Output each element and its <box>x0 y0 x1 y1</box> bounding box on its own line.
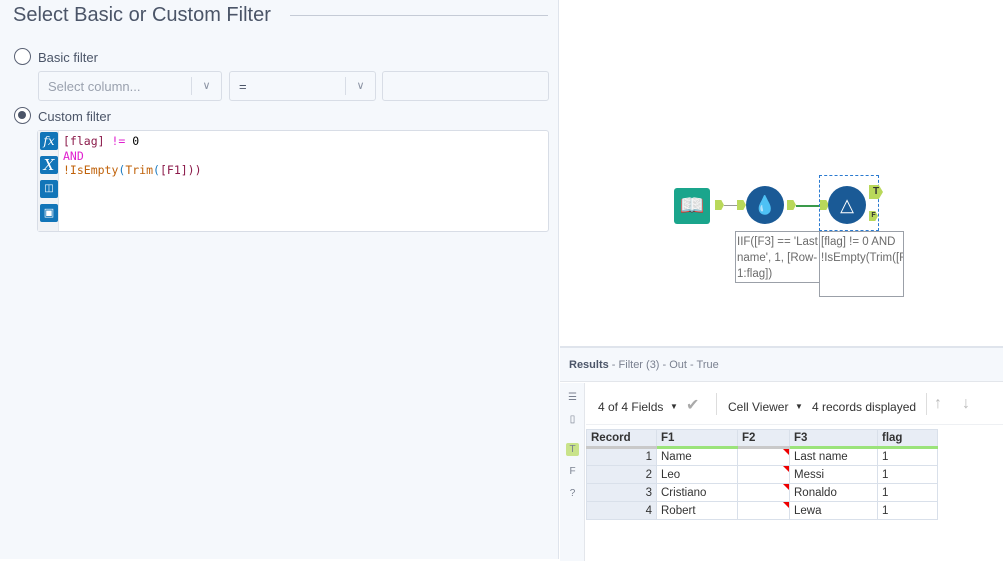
results-header: Results - Filter (3) - Out - True <box>560 348 1003 382</box>
results-subtitle: - Filter (3) - Out - True <box>608 359 719 371</box>
cell[interactable]: Last name <box>789 447 878 466</box>
filter-annotation: [flag] != 0 AND !IsEmpty(Trim([F1])) <box>819 231 904 297</box>
formula-annotation: IIF([F3] == 'Last name', 1, [Row-1:flag]… <box>735 231 821 283</box>
basic-filter-radio[interactable] <box>14 48 31 65</box>
divider <box>290 15 548 16</box>
input-anchor[interactable] <box>737 200 746 210</box>
list-icon[interactable]: ☰ <box>566 391 579 404</box>
caret-down-icon[interactable]: ▼ <box>795 402 803 411</box>
cell[interactable]: Robert <box>656 501 738 520</box>
connection <box>796 205 820 207</box>
record-cell: 1 <box>586 447 657 466</box>
code-number: 0 <box>132 134 140 148</box>
divider <box>716 393 717 415</box>
code-operator: != <box>104 134 133 148</box>
records-count: 4 records displayed <box>812 400 917 414</box>
cell[interactable]: Name <box>656 447 738 466</box>
chevron-down-icon: ∨ <box>345 77 375 95</box>
chevron-down-icon: ∨ <box>191 77 221 95</box>
code-keyword: AND <box>63 148 84 163</box>
null-cell[interactable] <box>737 465 790 484</box>
expression-editor[interactable]: fx X ◫ ▣ [flag] != 0 AND !IsEmpty(Trim([… <box>37 130 549 232</box>
cell[interactable]: Ronaldo <box>789 483 878 502</box>
input-anchor-icon[interactable]: ▯ <box>566 413 579 426</box>
cell[interactable]: 1 <box>877 483 938 502</box>
table-row[interactable]: 3 Cristiano Ronaldo 1 <box>586 483 938 502</box>
column-header-f1[interactable]: F1 <box>656 429 738 449</box>
cell[interactable]: 1 <box>877 501 938 520</box>
table-header: Record F1 F2 F3 flag <box>586 429 938 449</box>
cell[interactable]: Messi <box>789 465 878 484</box>
code-paren: ( <box>153 163 160 177</box>
cell[interactable]: 1 <box>877 465 938 484</box>
results-table: Record F1 F2 F3 flag 1 Name Last name 1 2 Le… <box>586 429 938 520</box>
output-anchor[interactable] <box>715 200 724 210</box>
custom-filter-radio[interactable] <box>14 107 31 124</box>
arrow-up-icon[interactable]: ↑ <box>934 395 942 413</box>
help-icon[interactable]: ? <box>566 487 579 500</box>
workflow-canvas[interactable]: 📖 💧 △ T F IIF([F3] == 'Last name', 1, [R… <box>560 0 1003 345</box>
filter-tool-icon[interactable]: △ <box>828 186 866 224</box>
column-placeholder: Select column... <box>48 79 141 94</box>
custom-filter-label[interactable]: Custom filter <box>38 109 111 124</box>
null-cell[interactable] <box>737 483 790 502</box>
record-cell: 3 <box>586 483 657 502</box>
output-anchor[interactable] <box>787 200 796 210</box>
code-paren: )) <box>187 163 202 177</box>
results-title: Results <box>569 359 609 371</box>
column-select[interactable]: Select column... ∨ <box>38 71 222 101</box>
results-sidebar: ☰ ▯ T F ? <box>560 383 585 561</box>
table-row[interactable]: 2 Leo Messi 1 <box>586 465 938 484</box>
results-toolbar: 4 of 4 Fields ▼ ✔ Cell Viewer ▼ 4 record… <box>586 383 1003 425</box>
panel-title: Select Basic or Custom Filter <box>13 4 271 26</box>
formula-tool-icon[interactable]: 💧 <box>746 186 784 224</box>
configuration-panel: Select Basic or Custom Filter Basic filt… <box>0 0 559 559</box>
connection <box>724 205 738 206</box>
variable-icon[interactable]: X <box>40 156 58 174</box>
divider <box>926 393 927 415</box>
operator-select[interactable]: = ∨ <box>229 71 376 101</box>
fields-dropdown[interactable]: 4 of 4 Fields <box>598 400 663 414</box>
function-icon[interactable]: fx <box>40 132 58 150</box>
cell[interactable]: Leo <box>656 465 738 484</box>
open-folder-icon[interactable]: ◫ <box>40 180 58 198</box>
table-row[interactable]: 1 Name Last name 1 <box>586 447 938 466</box>
input-data-tool-icon[interactable]: 📖 <box>674 188 710 224</box>
null-cell[interactable] <box>737 447 790 466</box>
cell[interactable]: Cristiano <box>656 483 738 502</box>
cell-viewer-dropdown[interactable]: Cell Viewer <box>728 400 788 414</box>
cell[interactable]: 1 <box>877 447 938 466</box>
record-cell: 4 <box>586 501 657 520</box>
null-cell[interactable] <box>737 501 790 520</box>
code-field: [flag] <box>63 134 105 148</box>
operator-value: = <box>239 79 247 94</box>
results-panel: Results - Filter (3) - Out - True ☰ ▯ T … <box>560 346 1003 561</box>
save-icon[interactable]: ▣ <box>40 204 58 222</box>
column-header-f3[interactable]: F3 <box>789 429 878 449</box>
true-output-icon[interactable]: T <box>566 443 579 456</box>
code-function: Trim <box>125 163 154 177</box>
table-row[interactable]: 4 Robert Lewa 1 <box>586 501 938 520</box>
cell[interactable]: Lewa <box>789 501 878 520</box>
code-field: [F1] <box>159 163 188 177</box>
arrow-down-icon[interactable]: ↓ <box>962 395 970 413</box>
false-output-icon[interactable]: F <box>566 465 579 478</box>
caret-down-icon[interactable]: ▼ <box>670 402 678 411</box>
checkmark-icon[interactable]: ✔ <box>686 395 699 415</box>
column-header-record[interactable]: Record <box>586 429 657 449</box>
editor-toolbar: fx X ◫ ▣ <box>38 131 59 231</box>
value-input[interactable] <box>382 71 549 101</box>
column-header-f2[interactable]: F2 <box>737 429 790 449</box>
column-header-flag[interactable]: flag <box>877 429 938 449</box>
code-function: !IsEmpty <box>63 163 119 177</box>
true-anchor[interactable]: T <box>869 185 883 199</box>
record-cell: 2 <box>586 465 657 484</box>
basic-filter-label[interactable]: Basic filter <box>38 50 98 65</box>
expression-code[interactable]: [flag] != 0 AND !IsEmpty(Trim([F1])) <box>63 134 202 178</box>
